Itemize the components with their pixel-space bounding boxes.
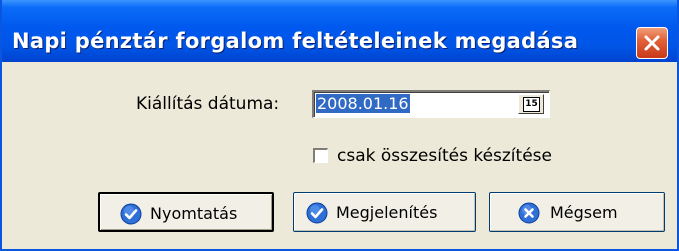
date-label: Kiállítás dátuma: — [136, 94, 280, 114]
print-button-label: Nyomtatás — [150, 204, 238, 223]
date-input[interactable]: 2008.01.16 15 — [312, 90, 550, 118]
cancel-button-label: Mégsem — [550, 203, 618, 222]
calendar-button[interactable]: 15 — [518, 94, 544, 114]
title-bar[interactable]: Napi pénztár forgalom feltételeinek mega… — [2, 0, 677, 62]
display-button[interactable]: Megjelenítés — [293, 192, 476, 232]
summary-only-label[interactable]: csak összesítés készítése — [337, 146, 552, 166]
checkmark-icon — [306, 202, 328, 224]
checkmark-icon — [120, 203, 142, 225]
dialog-window: Napi pénztár forgalom feltételeinek mega… — [0, 0, 679, 251]
date-value[interactable]: 2008.01.16 — [316, 94, 410, 113]
print-button[interactable]: Nyomtatás — [98, 192, 274, 232]
window-title: Napi pénztár forgalom feltételeinek mega… — [12, 29, 579, 53]
display-button-label: Megjelenítés — [336, 203, 438, 222]
calendar-icon: 15 — [523, 97, 540, 112]
x-icon — [518, 202, 540, 224]
cancel-button[interactable]: Mégsem — [489, 192, 665, 232]
close-button[interactable] — [636, 27, 668, 59]
close-x-icon — [644, 35, 660, 51]
summary-only-checkbox[interactable] — [313, 148, 328, 163]
